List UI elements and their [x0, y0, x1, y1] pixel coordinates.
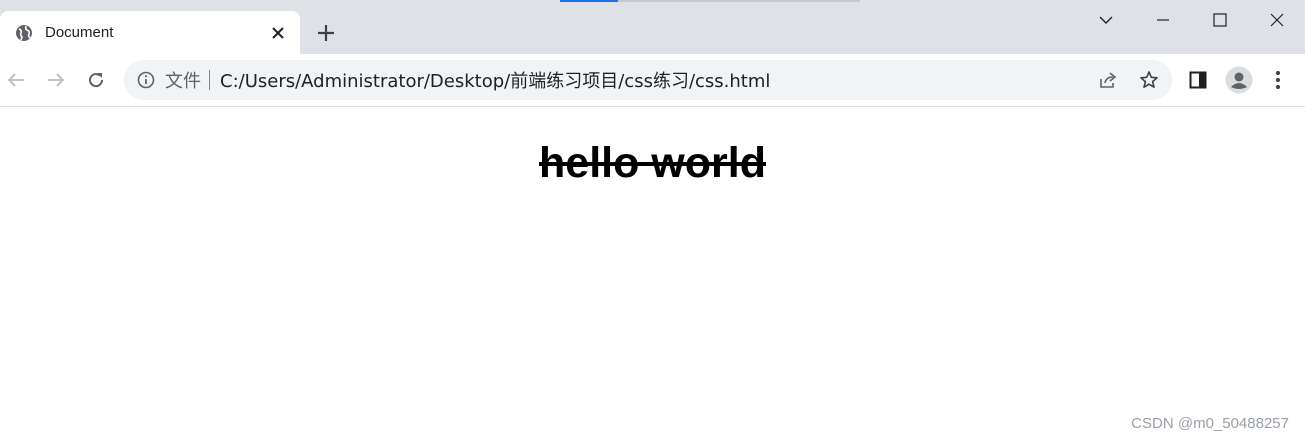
toolbar: 文件 C:/Users/Administrator/Desktop/前端练习项目… [0, 54, 1305, 107]
url-text[interactable]: C:/Users/Administrator/Desktop/前端练习项目/cs… [220, 67, 770, 93]
scheme-label: 文件 [165, 71, 201, 92]
avatar-icon[interactable] [1225, 66, 1253, 94]
side-panel-icon[interactable] [1184, 66, 1212, 94]
reload-icon[interactable] [82, 66, 110, 94]
share-icon[interactable] [1094, 66, 1122, 94]
plus-icon[interactable] [312, 19, 340, 47]
arrow-left-icon[interactable] [2, 66, 30, 94]
tab-strip: Document [0, 0, 1305, 54]
minimize-icon[interactable] [1135, 0, 1191, 40]
arrow-right-icon[interactable] [42, 66, 70, 94]
maximize-icon[interactable] [1192, 0, 1248, 40]
close-icon[interactable] [1249, 0, 1305, 40]
tab-title: Document [45, 24, 114, 41]
close-icon[interactable] [266, 21, 290, 45]
chevron-down-icon[interactable] [1078, 0, 1134, 40]
info-icon[interactable] [137, 71, 155, 89]
address-bar[interactable]: 文件 C:/Users/Administrator/Desktop/前端练习项目… [124, 60, 1172, 100]
page-content: hello world CSDN @m0_50488257 [0, 107, 1305, 440]
page-heading: hello world [539, 139, 766, 187]
loading-indicator [560, 0, 618, 2]
kebab-menu-icon[interactable] [1264, 66, 1292, 94]
tab-document[interactable]: Document [0, 11, 300, 54]
watermark: CSDN @m0_50488257 [1131, 415, 1289, 432]
loading-track [618, 0, 860, 2]
star-icon[interactable] [1135, 66, 1163, 94]
globe-icon [15, 24, 33, 42]
browser-window: Document 文件 C:/Users/Administrator/Deskt… [0, 0, 1305, 440]
separator [209, 70, 210, 90]
